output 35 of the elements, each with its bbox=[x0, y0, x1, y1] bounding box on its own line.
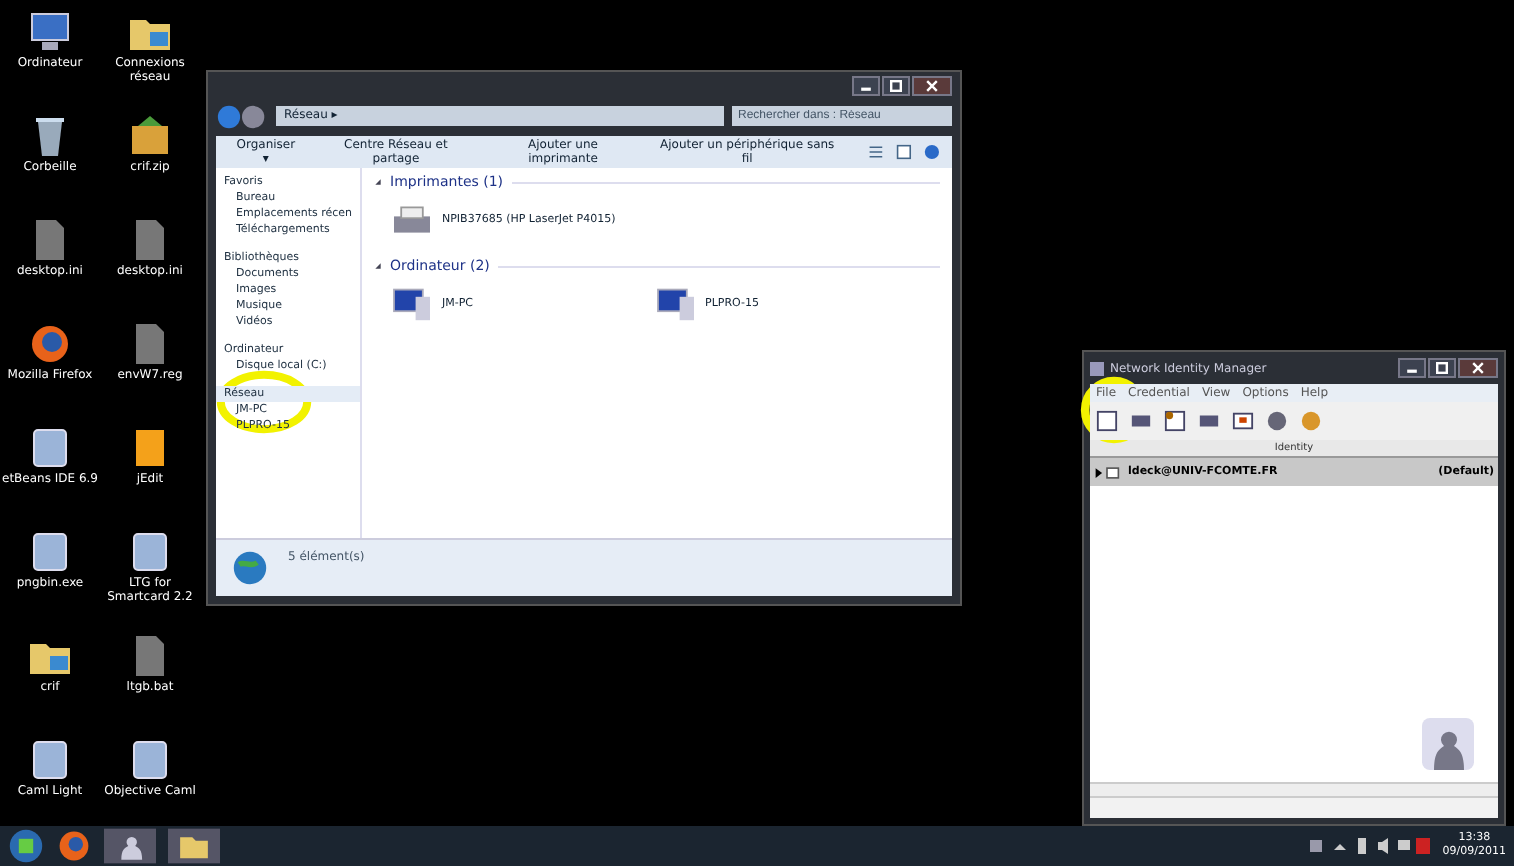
help-icon[interactable] bbox=[924, 144, 941, 160]
computer-icon[interactable] bbox=[26, 8, 74, 56]
id-card-icon[interactable] bbox=[1096, 410, 1118, 432]
tray-icons-drawing[interactable] bbox=[1310, 836, 1431, 856]
maximize-button[interactable] bbox=[882, 76, 910, 96]
close-button[interactable] bbox=[1458, 358, 1498, 378]
computer-icon[interactable] bbox=[653, 286, 698, 322]
maximize-icon bbox=[888, 78, 904, 94]
id-card-icon[interactable] bbox=[1164, 410, 1186, 432]
minimize-button[interactable] bbox=[1398, 358, 1426, 378]
horizontal-scrollbar[interactable] bbox=[1090, 782, 1498, 796]
back-forward-icon[interactable] bbox=[216, 103, 268, 129]
person-silhouette-icon bbox=[1418, 714, 1478, 774]
printer-icon[interactable] bbox=[390, 202, 434, 238]
close-button[interactable] bbox=[912, 76, 952, 96]
highlight-circle bbox=[216, 368, 312, 436]
computer-icon[interactable] bbox=[390, 286, 434, 322]
app-icon bbox=[1090, 361, 1104, 375]
collapse-arrow-icon[interactable] bbox=[374, 262, 382, 270]
maximize-button[interactable] bbox=[1428, 358, 1456, 378]
expand-icon[interactable] bbox=[1094, 465, 1120, 479]
collapse-arrow-icon[interactable] bbox=[374, 178, 382, 186]
folder-icon[interactable] bbox=[168, 828, 220, 864]
view-options-icon[interactable] bbox=[868, 144, 885, 160]
start-button[interactable] bbox=[8, 828, 44, 864]
monitor-icon[interactable] bbox=[1232, 410, 1254, 432]
close-icon bbox=[924, 78, 940, 94]
globe-icon[interactable] bbox=[26, 320, 74, 368]
maximize-icon bbox=[1434, 360, 1450, 376]
close-icon bbox=[1470, 360, 1486, 376]
globe-icon bbox=[232, 550, 268, 586]
globe-icon[interactable] bbox=[56, 828, 92, 864]
minimize-button[interactable] bbox=[852, 76, 880, 96]
archive-icon[interactable] bbox=[126, 112, 174, 160]
preview-pane-icon[interactable] bbox=[896, 144, 913, 160]
